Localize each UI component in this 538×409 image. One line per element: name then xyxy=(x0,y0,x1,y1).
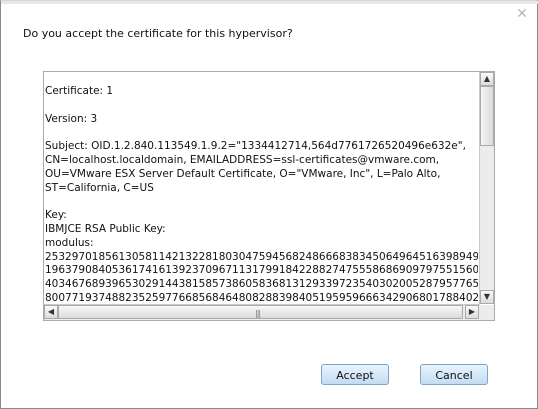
title-bar xyxy=(1,1,538,4)
cancel-button[interactable]: Cancel xyxy=(420,364,488,385)
scroll-up-icon[interactable]: ▲ xyxy=(480,72,494,86)
certificate-dialog: ✕ Do you accept the certificate for this… xyxy=(0,0,538,409)
certificate-line: CN=localhost.localdomain, EMAILADDRESS=s… xyxy=(45,154,440,166)
certificate-line: Certificate: 1 xyxy=(45,85,114,97)
certificate-line: ST=California, C=US xyxy=(45,181,154,194)
certificate-line: IBMJCE RSA Public Key: xyxy=(45,223,166,235)
certificate-line: Subject: OID.1.2.840.113549.1.9.2="13344… xyxy=(45,140,466,153)
certificate-line: Version: 3 xyxy=(45,112,98,125)
horizontal-scrollbar[interactable]: ◀ ||| ▶ xyxy=(44,304,480,320)
scroll-corner xyxy=(480,305,494,320)
certificate-line: modulus: xyxy=(45,236,94,249)
accept-button[interactable]: Accept xyxy=(321,364,389,385)
certificate-line: 2532970185613058114213228180304759456824… xyxy=(45,250,478,263)
dialog-question: Do you accept the certificate for this h… xyxy=(23,27,293,40)
vertical-scroll-thumb[interactable] xyxy=(480,86,494,146)
close-icon[interactable]: ✕ xyxy=(515,7,529,21)
certificate-line: OU=VMware ESX Server Default Certificate… xyxy=(45,167,441,180)
certificate-line: Key: xyxy=(45,209,67,222)
certificate-line: 1963790840536174161392370967113179918422… xyxy=(45,264,478,277)
horizontal-scroll-thumb[interactable]: ||| xyxy=(58,305,463,319)
certificate-text-area[interactable]: Certificate: 1 Version: 3 Subject: OID.1.2… xyxy=(43,71,495,321)
scroll-right-icon[interactable]: ▶ xyxy=(465,305,479,319)
grip-icon: ||| xyxy=(255,309,261,318)
vertical-scrollbar[interactable]: ▲ ▼ xyxy=(479,72,494,304)
certificate-line: 8007719374882352597766856846480828839840… xyxy=(45,292,478,304)
scroll-left-icon[interactable]: ◀ xyxy=(44,305,58,319)
certificate-line: 4034676893965302914438158573860583681312… xyxy=(45,278,478,291)
certificate-text: Certificate: 1 Version: 3 Subject: OID.1.2… xyxy=(44,72,478,304)
scroll-down-icon[interactable]: ▼ xyxy=(480,290,494,304)
